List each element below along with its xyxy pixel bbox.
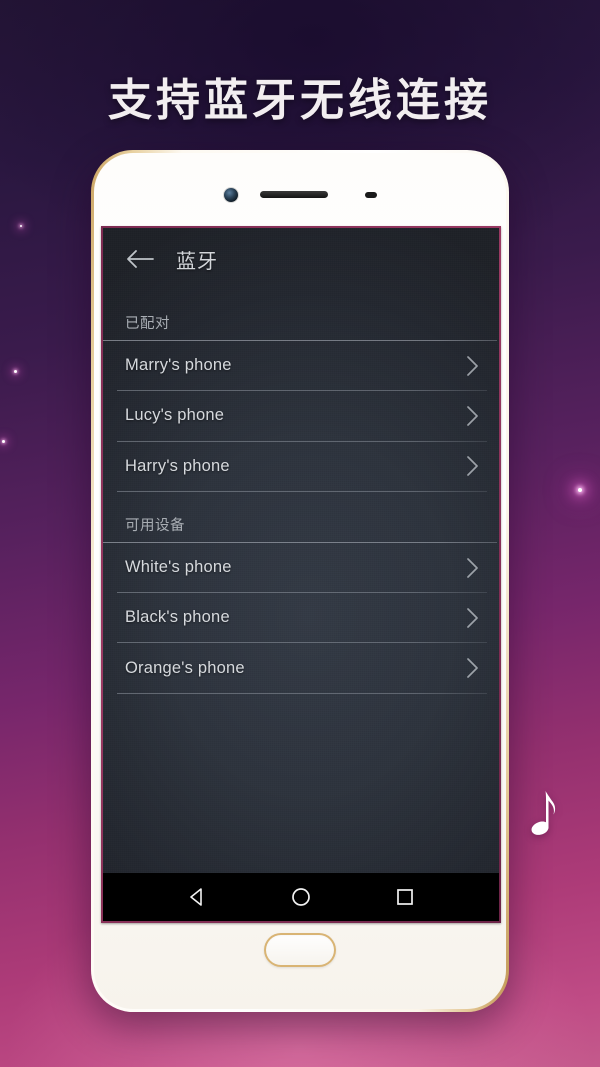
promo-screenshot: 支持蓝牙无线连接 蓝牙 已配对 Marry's phone Lucy's pho… — [0, 0, 600, 1067]
nav-back-icon[interactable] — [180, 880, 214, 914]
list-item[interactable]: Orange's phone — [103, 643, 499, 692]
section-header-paired: 已配对 — [125, 316, 170, 332]
bluetooth-settings-app: 蓝牙 已配对 Marry's phone Lucy's phone Harry'… — [103, 228, 499, 921]
phone-screen: 蓝牙 已配对 Marry's phone Lucy's phone Harry'… — [103, 228, 499, 921]
device-name: Black's phone — [125, 608, 230, 627]
empty-space — [103, 694, 499, 873]
device-name: Orange's phone — [125, 658, 245, 677]
list-divider — [117, 692, 487, 694]
nav-recents-icon[interactable] — [388, 880, 422, 914]
chevron-right-icon[interactable] — [466, 607, 479, 629]
front-camera-icon — [224, 188, 238, 202]
nav-home-icon[interactable] — [284, 880, 318, 914]
page-title: 支持蓝牙无线连接 — [108, 76, 492, 125]
proximity-sensor-icon — [365, 192, 377, 198]
screen-bezel: 蓝牙 已配对 Marry's phone Lucy's phone Harry'… — [101, 226, 501, 923]
home-button[interactable] — [264, 933, 336, 967]
chevron-right-icon[interactable] — [466, 657, 479, 679]
list-item[interactable]: Lucy's phone — [103, 391, 499, 440]
app-title: 蓝牙 — [176, 250, 218, 273]
list-item[interactable]: Marry's phone — [103, 341, 499, 390]
phone-sensor-row — [94, 187, 506, 203]
music-note-icon — [504, 788, 560, 850]
app-bar: 蓝牙 — [103, 228, 499, 290]
list-item[interactable]: White's phone — [103, 543, 499, 592]
list-item[interactable]: Harry's phone — [103, 442, 499, 491]
device-name: White's phone — [125, 558, 232, 577]
phone-device: 蓝牙 已配对 Marry's phone Lucy's phone Harry'… — [91, 150, 509, 1012]
device-name: Marry's phone — [125, 356, 232, 375]
section-header-available: 可用设备 — [125, 517, 185, 534]
arrow-left-icon[interactable] — [125, 248, 155, 270]
chevron-right-icon[interactable] — [466, 557, 479, 579]
chevron-right-icon[interactable] — [466, 455, 479, 477]
list-item[interactable]: Black's phone — [103, 593, 499, 642]
chevron-right-icon[interactable] — [466, 405, 479, 427]
earpiece-speaker-icon — [260, 191, 328, 198]
phone-body: 蓝牙 已配对 Marry's phone Lucy's phone Harry'… — [94, 153, 506, 1009]
device-name: Harry's phone — [125, 456, 230, 475]
device-name: Lucy's phone — [125, 406, 225, 425]
chevron-right-icon[interactable] — [466, 355, 479, 377]
android-navigation-bar — [103, 873, 499, 921]
